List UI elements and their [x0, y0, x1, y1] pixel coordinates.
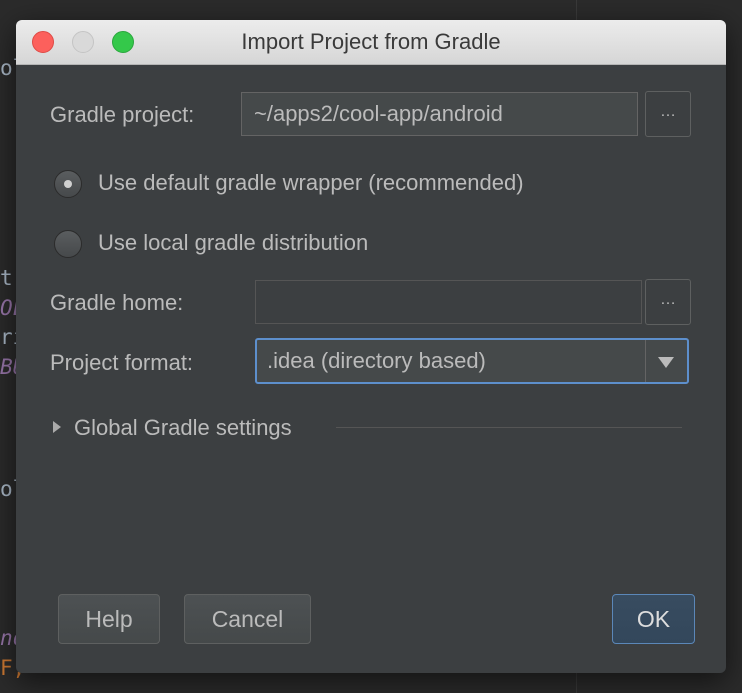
ok-button[interactable]: OK — [612, 594, 695, 644]
project-format-label: Project format: — [50, 350, 194, 375]
zoom-window-button[interactable] — [112, 31, 134, 53]
global-gradle-settings-toggle[interactable]: Global Gradle settings — [74, 415, 292, 441]
gradle-project-browse-button[interactable]: … — [645, 91, 691, 137]
project-format-select[interactable]: .idea (directory based) — [255, 338, 689, 384]
gradle-home-browse-button[interactable]: … — [645, 279, 691, 325]
gradle-project-field[interactable]: ~/apps2/cool-app/android — [241, 92, 638, 136]
default-wrapper-radio[interactable] — [54, 170, 82, 198]
dropdown-arrow[interactable] — [645, 340, 687, 382]
cancel-button[interactable]: Cancel — [184, 594, 311, 644]
dialog-titlebar: Import Project from Gradle — [16, 20, 726, 65]
gradle-project-label: Gradle project: — [50, 102, 195, 127]
import-gradle-dialog: Import Project from Gradle Gradle projec… — [16, 20, 726, 673]
gradle-home-label: Gradle home: — [50, 290, 184, 315]
default-wrapper-label[interactable]: Use default gradle wrapper (recommended) — [98, 170, 524, 196]
radio-selected-dot — [64, 180, 72, 188]
minimize-window-button[interactable] — [72, 31, 94, 53]
gradle-home-field[interactable] — [255, 280, 642, 324]
chevron-down-icon — [658, 357, 674, 368]
disclosure-triangle-icon[interactable] — [53, 421, 61, 433]
help-button[interactable]: Help — [58, 594, 160, 644]
local-distribution-label[interactable]: Use local gradle distribution — [98, 230, 368, 256]
local-distribution-radio[interactable] — [54, 230, 82, 258]
project-format-value: .idea (directory based) — [267, 348, 486, 373]
close-window-button[interactable] — [32, 31, 54, 53]
section-separator — [336, 427, 682, 428]
code-fragment: t — [0, 266, 13, 290]
